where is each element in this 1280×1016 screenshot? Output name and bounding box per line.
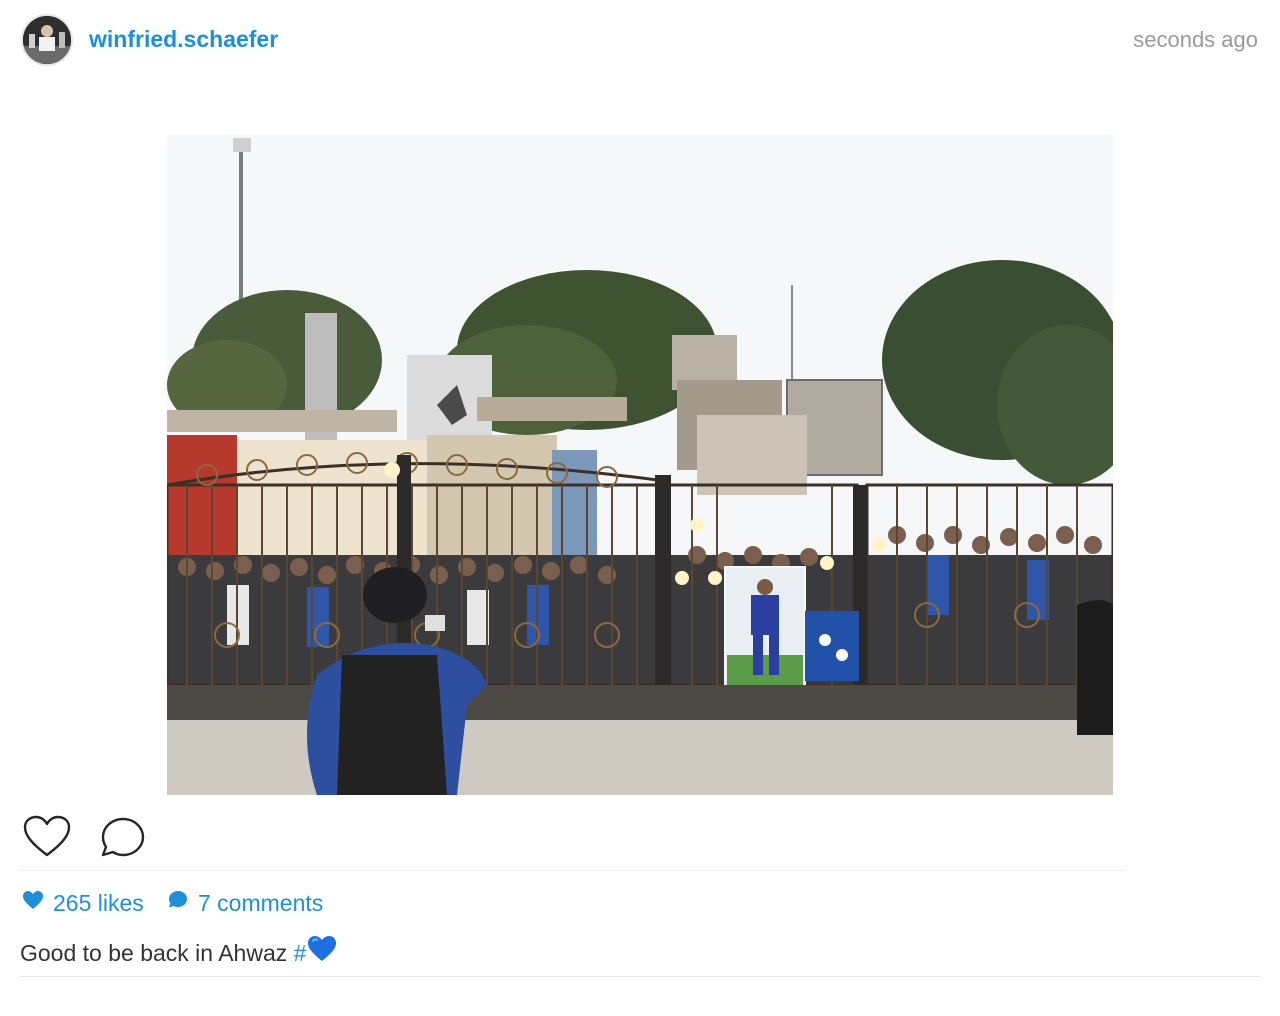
caption-hashtag[interactable]: # bbox=[294, 940, 307, 966]
heart-filled-icon bbox=[22, 889, 44, 916]
heart-outline-icon[interactable] bbox=[21, 811, 73, 863]
post-header: winfried.schaefer seconds ago bbox=[0, 0, 1280, 80]
post-actions bbox=[0, 805, 1280, 865]
post-caption: Good to be back in Ahwaz # bbox=[20, 935, 337, 972]
post-timestamp: seconds ago bbox=[1133, 27, 1258, 52]
comments-count-text: 7 comments bbox=[198, 890, 324, 916]
likes-count-link[interactable]: 265 likes bbox=[22, 890, 144, 918]
post-photo[interactable] bbox=[167, 135, 1113, 795]
post-bottom-divider bbox=[20, 976, 1260, 977]
user-avatar[interactable] bbox=[21, 14, 73, 66]
speech-bubble-filled-icon bbox=[167, 889, 189, 916]
actions-divider bbox=[20, 870, 1125, 871]
team-banner bbox=[805, 611, 859, 681]
caption-text: Good to be back in Ahwaz bbox=[20, 940, 294, 967]
blue-heart-emoji bbox=[307, 935, 337, 969]
likes-count-text: 265 likes bbox=[53, 890, 144, 916]
comments-count-link[interactable]: 7 comments bbox=[167, 890, 323, 918]
username-link[interactable]: winfried.schaefer bbox=[89, 26, 278, 53]
speech-bubble-icon[interactable] bbox=[97, 811, 149, 863]
